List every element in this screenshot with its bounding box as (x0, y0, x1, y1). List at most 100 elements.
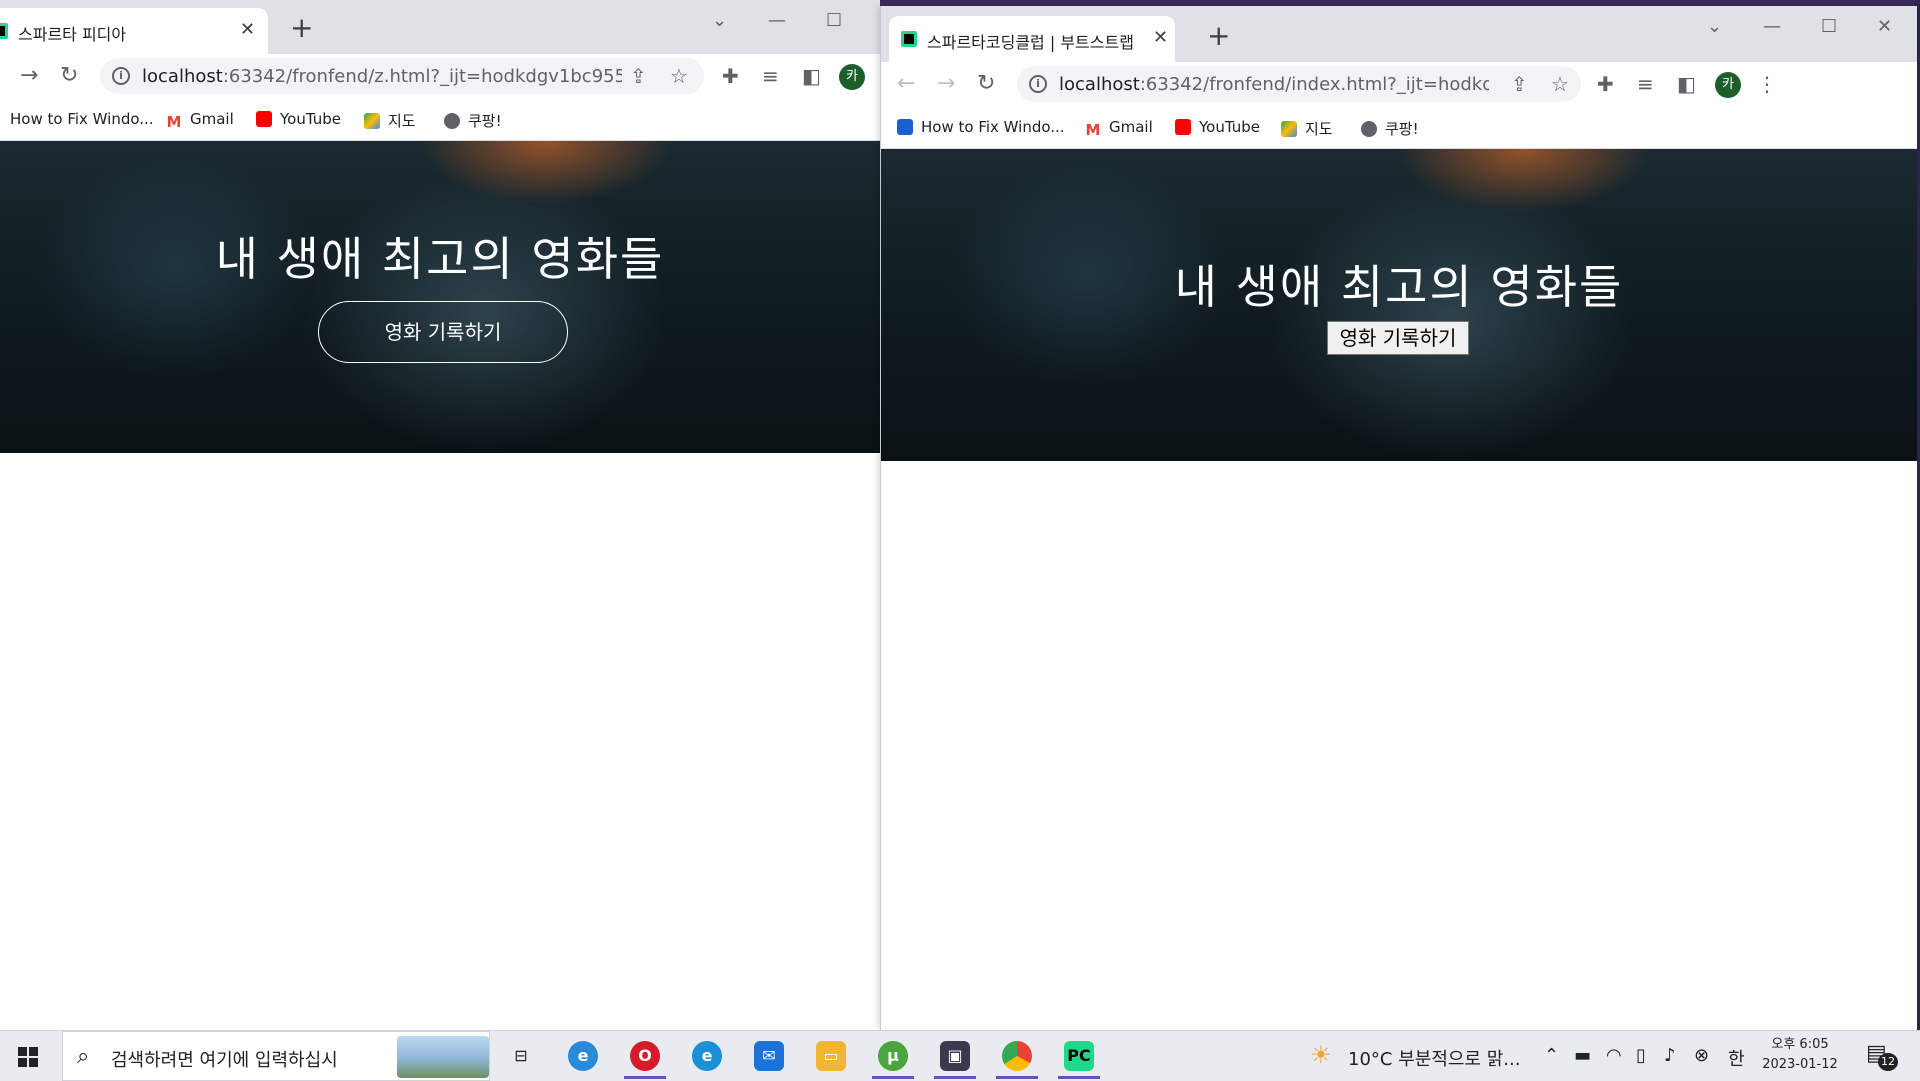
back-icon[interactable]: ← (897, 72, 915, 96)
volume-icon[interactable]: ♪ (1664, 1045, 1676, 1066)
maximize-icon[interactable]: ☐ (1821, 16, 1837, 37)
bookmark-item[interactable]: 쿠팡! (1361, 118, 1419, 139)
address-url: localhost:63342/fronfend/index.html?_ijt… (1059, 74, 1489, 95)
bookmark-item[interactable]: M Gmail (166, 110, 234, 130)
clock-date: 2023-01-12 (1762, 1057, 1838, 1072)
site-info-icon[interactable]: i (1029, 75, 1047, 93)
tab-active[interactable]: 스파르타 피디아 ✕ (0, 8, 268, 54)
show-hidden-icons-icon[interactable]: ⌃ (1544, 1045, 1559, 1066)
tab-active[interactable]: 스파르타코딩클럽 | 부트스트랩 ✕ (889, 16, 1175, 62)
site-info-icon[interactable]: i (112, 67, 130, 85)
running-indicator (624, 1076, 666, 1079)
browser-toolbar: ← → ↻ i localhost:63342/fronfend/index.h… (881, 62, 1917, 108)
youtube-icon (1175, 119, 1191, 135)
minimize-icon[interactable]: — (1763, 16, 1781, 37)
side-panel-icon[interactable]: ◧ (802, 66, 821, 86)
gmail-icon: M (166, 113, 182, 131)
bookmark-item[interactable]: YouTube (1175, 118, 1260, 136)
bookmark-item[interactable]: 쿠팡! (444, 110, 502, 131)
forward-icon[interactable]: → (20, 64, 38, 88)
shield-icon (897, 119, 913, 135)
maximize-icon[interactable]: ☐ (826, 10, 842, 31)
menu-icon[interactable]: ⋮ (1757, 74, 1777, 94)
task-view-icon[interactable]: ⊟ (506, 1041, 536, 1071)
bookmark-item[interactable]: YouTube (256, 110, 341, 128)
network-disconnected-icon[interactable]: ⊗ (1694, 1045, 1709, 1066)
profile-avatar[interactable]: 카 (1715, 72, 1741, 98)
notification-count-badge: 12 (1878, 1053, 1898, 1071)
maps-icon (364, 113, 380, 129)
pycharm-icon[interactable]: PC (1058, 1041, 1100, 1079)
tab-search-icon[interactable]: ⌄ (712, 10, 727, 31)
address-bar[interactable]: i localhost:63342/fronfend/index.html?_i… (1017, 66, 1581, 102)
tab-close-icon[interactable]: ✕ (1153, 29, 1168, 47)
battery-icon[interactable]: ▬ (1574, 1045, 1591, 1066)
bookmark-star-icon[interactable]: ☆ (1551, 72, 1569, 96)
minimize-icon[interactable]: — (768, 10, 786, 31)
pycharm-favicon-icon (0, 23, 8, 39)
reload-icon[interactable]: ↻ (977, 72, 995, 96)
side-panel-icon[interactable]: ◧ (1677, 74, 1696, 94)
bookmark-item[interactable]: 지도 (1281, 118, 1333, 139)
weather-text[interactable]: 10°C 부분적으로 맑... (1348, 1045, 1520, 1071)
running-indicator (996, 1076, 1038, 1079)
bookmark-item[interactable]: How to Fix Windo... (10, 110, 154, 128)
media-controls-icon[interactable]: ≡ (762, 66, 779, 86)
bookmark-item[interactable]: M Gmail (1085, 118, 1153, 138)
profile-avatar[interactable]: 카 (839, 64, 865, 90)
tab-strip: 스파르타 피디아 ✕ + ⌄ — ☐ (0, 0, 880, 54)
bookmark-item[interactable]: How to Fix Windo... (897, 118, 1065, 136)
utorrent-icon[interactable]: μ (872, 1041, 914, 1079)
clock-time: 오후 6:05 (1771, 1037, 1829, 1052)
bookmarks-bar: How to Fix Windo... M Gmail YouTube 지도 쿠팡… (881, 108, 1917, 149)
internet-explorer-icon[interactable]: e (568, 1041, 598, 1071)
running-indicator (934, 1076, 976, 1079)
browser-toolbar: → ↻ i localhost:63342/fronfend/z.html?_i… (0, 54, 880, 100)
hero-banner: 내 생애 최고의 영화들 영화 기록하기 (881, 149, 1917, 461)
reload-icon[interactable]: ↻ (60, 64, 78, 88)
record-movie-button[interactable]: 영화 기록하기 (1327, 321, 1469, 355)
wifi-icon[interactable]: ◠ (1606, 1045, 1622, 1066)
youtube-icon (256, 111, 272, 127)
meet-now-icon[interactable]: ▯ (1636, 1045, 1646, 1066)
address-url: localhost:63342/fronfend/z.html?_ijt=hod… (142, 66, 622, 87)
mail-icon[interactable]: ✉ (754, 1041, 784, 1071)
bookmarks-bar: How to Fix Windo... M Gmail YouTube 지도 쿠팡… (0, 100, 880, 141)
clock[interactable]: 오후 6:05 2023-01-12 (1760, 1035, 1840, 1075)
maps-icon (1281, 121, 1297, 137)
taskbar-search-box[interactable]: ⌕ 검색하려면 여기에 입력하십시 (62, 1031, 490, 1081)
edge-icon[interactable]: e (692, 1041, 722, 1071)
bookmark-item[interactable]: 지도 (364, 110, 416, 131)
windows-start-icon[interactable] (18, 1047, 38, 1067)
bookmark-star-icon[interactable]: ☆ (670, 64, 688, 88)
chrome-icon[interactable] (996, 1041, 1038, 1079)
new-tab-icon[interactable]: + (290, 14, 313, 42)
gmail-icon: M (1085, 121, 1101, 139)
extensions-icon[interactable]: ✚ (1597, 74, 1614, 94)
file-explorer-icon[interactable]: ▭ (816, 1041, 846, 1071)
tab-search-icon[interactable]: ⌄ (1707, 16, 1722, 37)
forward-icon[interactable]: → (937, 72, 955, 96)
ime-indicator[interactable]: 한 (1728, 1045, 1745, 1071)
share-icon[interactable]: ⇪ (1511, 72, 1528, 96)
weather-icon[interactable]: ☀ (1310, 1041, 1332, 1069)
close-window-icon[interactable]: ✕ (1877, 16, 1892, 37)
opera-icon[interactable]: O (624, 1041, 666, 1079)
running-indicator (1058, 1076, 1100, 1079)
record-movie-button[interactable]: 영화 기록하기 (318, 301, 568, 363)
tab-close-icon[interactable]: ✕ (240, 21, 255, 39)
media-controls-icon[interactable]: ≡ (1637, 74, 1654, 94)
tab-strip: 스파르타코딩클럽 | 부트스트랩 ✕ + ⌄ — ☐ ✕ (881, 6, 1917, 62)
hero-title: 내 생애 최고의 영화들 (1174, 260, 1624, 314)
tab-title: 스파르타코딩클럽 | 부트스트랩 (927, 33, 1134, 52)
search-placeholder: 검색하려면 여기에 입력하십시 (111, 1050, 338, 1071)
extensions-icon[interactable]: ✚ (722, 66, 739, 86)
taskbar: ⌕ 검색하려면 여기에 입력하십시 ⊟ e O e ✉ ▭ μ ▣ PC ☀ 1… (0, 1030, 1920, 1081)
new-tab-icon[interactable]: + (1207, 22, 1230, 50)
nox-player-icon[interactable]: ▣ (934, 1041, 976, 1079)
notification-center-icon[interactable]: ▤ 12 (1866, 1041, 1900, 1071)
globe-icon (1361, 121, 1377, 137)
share-icon[interactable]: ⇪ (630, 64, 647, 88)
tab-title: 스파르타 피디아 (18, 25, 127, 44)
address-bar[interactable]: i localhost:63342/fronfend/z.html?_ijt=h… (100, 58, 704, 94)
